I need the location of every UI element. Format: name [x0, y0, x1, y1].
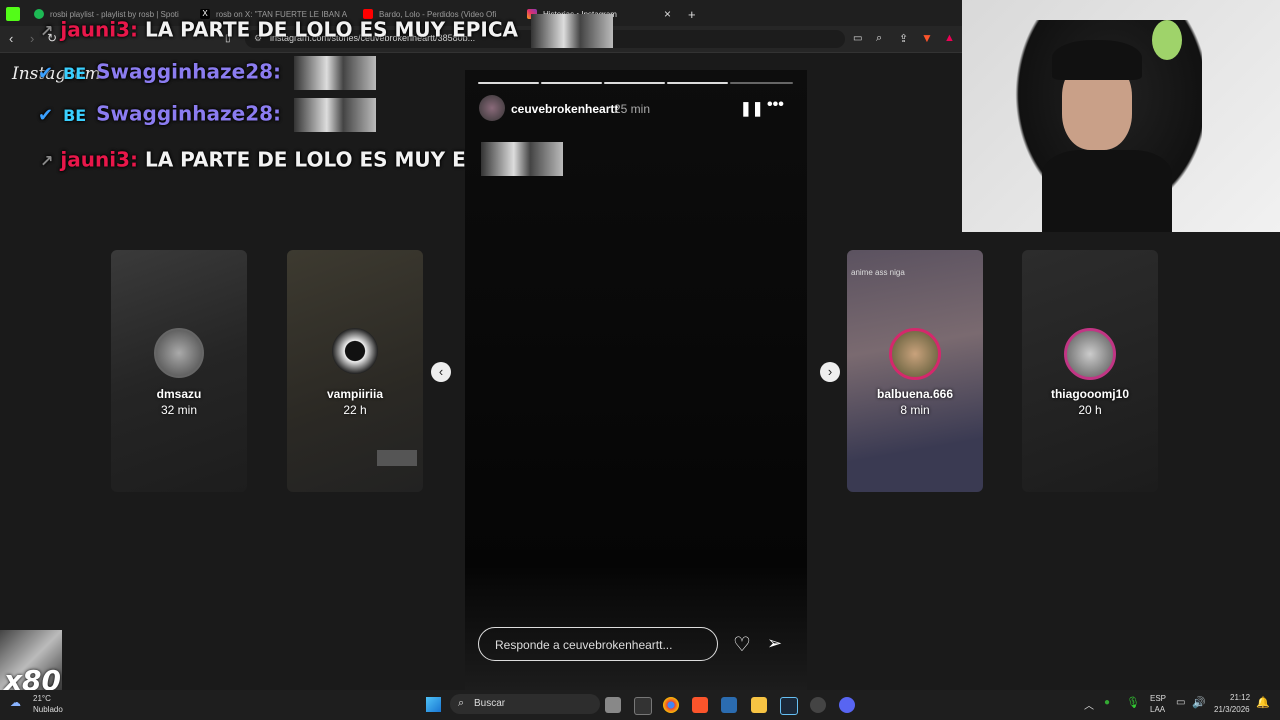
story-time: 22 h — [343, 403, 367, 417]
weather-temp: 21°C — [33, 694, 51, 703]
webcam-overlay — [962, 0, 1280, 232]
chat-text: LA PARTE DE LOLO ES MUY EPICA — [144, 147, 518, 172]
network-icon[interactable]: ▭ — [1176, 697, 1185, 708]
story-username: balbuena.666 — [876, 387, 954, 401]
search-box[interactable]: ⌕ Buscar — [450, 694, 600, 714]
language-indicator[interactable]: ESP — [1150, 694, 1166, 703]
emote-image — [294, 98, 376, 132]
progress-segment — [667, 82, 728, 84]
store-icon[interactable] — [721, 697, 737, 713]
progress-segment — [541, 82, 602, 84]
heart-icon[interactable]: ♡ — [733, 632, 751, 657]
story-card-balbuena[interactable]: anime ass niga balbuena.666 8 min — [847, 250, 983, 492]
zoom-icon[interactable]: ⌕ — [876, 32, 882, 45]
clock-date[interactable]: 21/3/2026 — [1214, 705, 1250, 714]
chat-message: ↗ jauni3: LA PARTE DE LOLO ES MUY EPICA — [40, 14, 613, 48]
story-username: dmsazu — [156, 387, 202, 401]
chat-username: jauni3: — [60, 17, 138, 42]
microphone-icon[interactable]: 🎙 — [1126, 696, 1140, 709]
story-card-vampiiriia[interactable]: vampiiriia 22 h — [287, 250, 423, 492]
more-options-icon[interactable]: ••• — [767, 96, 784, 114]
volume-icon[interactable]: 🔊 — [1192, 696, 1206, 709]
avatar[interactable] — [479, 95, 505, 121]
chat-username: Swagginhaze28: — [96, 59, 282, 84]
story-card-dmsazu[interactable]: dmsazu 32 min — [111, 250, 247, 492]
chrome-icon[interactable] — [663, 697, 679, 713]
app-icon[interactable] — [810, 697, 826, 713]
verified-badge-icon: ✔ — [38, 62, 54, 84]
share-icon[interactable]: ⇪ — [899, 32, 908, 45]
chat-username: Swagginhaze28: — [96, 101, 282, 126]
back-icon[interactable]: ‹ — [9, 31, 13, 46]
chat-arrow-icon: ↗ — [40, 21, 54, 41]
chat-text: LA PARTE DE LOLO ES MUY EPICA — [144, 17, 518, 42]
weather-desc: Nublado — [33, 705, 63, 714]
reply-input[interactable]: Responde a ceuvebrokenheartt... — [478, 627, 718, 661]
emote-image — [481, 142, 563, 176]
file-explorer-icon[interactable] — [751, 697, 767, 713]
story-username: vampiiriia — [326, 387, 384, 401]
story-card-thiagooomj10[interactable]: thiagooomj10 20 h — [1022, 250, 1158, 492]
chat-message: ✔ BE Swagginhaze28: — [38, 98, 376, 132]
sub-badge-icon: BE — [63, 105, 87, 125]
chevron-up-icon[interactable]: ︿ — [1084, 697, 1094, 712]
close-tab-icon[interactable]: × — [664, 3, 674, 25]
pause-icon[interactable]: ❚❚ — [740, 100, 763, 117]
verified-badge-icon: ✔ — [38, 104, 54, 126]
cast-icon[interactable]: ▭ — [853, 33, 862, 44]
chat-arrow-icon: ↗ — [40, 151, 54, 171]
story-time: 8 min — [900, 403, 930, 417]
tray-icon[interactable]: ● — [1104, 697, 1110, 708]
search-label: Buscar — [474, 698, 506, 709]
kick-app-icon[interactable] — [6, 3, 22, 25]
prev-story-button[interactable]: ‹ — [431, 362, 451, 382]
forward-icon[interactable]: › — [30, 31, 34, 46]
progress-segment — [604, 82, 665, 84]
chat-username: jauni3: — [60, 147, 138, 172]
progress-segment — [478, 82, 539, 84]
avatar — [1064, 328, 1116, 380]
new-tab-button[interactable]: + — [688, 3, 700, 25]
brave-rewards-icon[interactable]: ▲ — [944, 32, 955, 44]
discord-icon[interactable] — [839, 697, 855, 713]
story-time: 20 h — [1078, 403, 1102, 417]
toy-image — [1152, 20, 1182, 60]
story-time: 32 min — [160, 403, 198, 417]
task-view-icon[interactable] — [605, 697, 621, 713]
emote-image — [530, 14, 613, 48]
keyboard-layout[interactable]: LAA — [1150, 705, 1165, 714]
sub-badge-icon: BE — [63, 63, 87, 83]
brave-shield-icon[interactable]: ▼ — [921, 31, 933, 45]
brave-icon[interactable] — [692, 697, 708, 713]
next-story-button[interactable]: › — [820, 362, 840, 382]
beanie-image — [1052, 40, 1142, 80]
shirt-image — [1042, 150, 1172, 232]
steam-icon[interactable] — [780, 697, 798, 715]
story-time: 25 min — [614, 102, 651, 116]
avatar — [154, 328, 204, 378]
reply-placeholder: Responde a ceuvebrokenheartt... — [495, 638, 673, 652]
clock-time[interactable]: 21:12 — [1230, 693, 1250, 702]
story-username[interactable]: ceuvebrokenheartt — [511, 102, 618, 116]
avatar — [332, 328, 378, 374]
chat-message: ✔ BE Swagginhaze28: — [38, 56, 376, 90]
avatar — [889, 328, 941, 380]
search-icon: ⌕ — [458, 697, 465, 709]
send-icon[interactable]: ➢ — [767, 633, 782, 654]
notification-icon[interactable]: 🔔 — [1256, 696, 1270, 709]
watermark-image — [377, 450, 417, 466]
emote-image — [294, 56, 376, 90]
windows-start-icon[interactable] — [426, 697, 441, 712]
epic-games-icon[interactable] — [634, 697, 652, 715]
story-username: thiagooomj10 — [1050, 387, 1129, 401]
progress-segment — [730, 82, 793, 84]
weather-icon: ☁ — [10, 697, 21, 709]
story-caption: anime ass niga — [851, 268, 905, 277]
